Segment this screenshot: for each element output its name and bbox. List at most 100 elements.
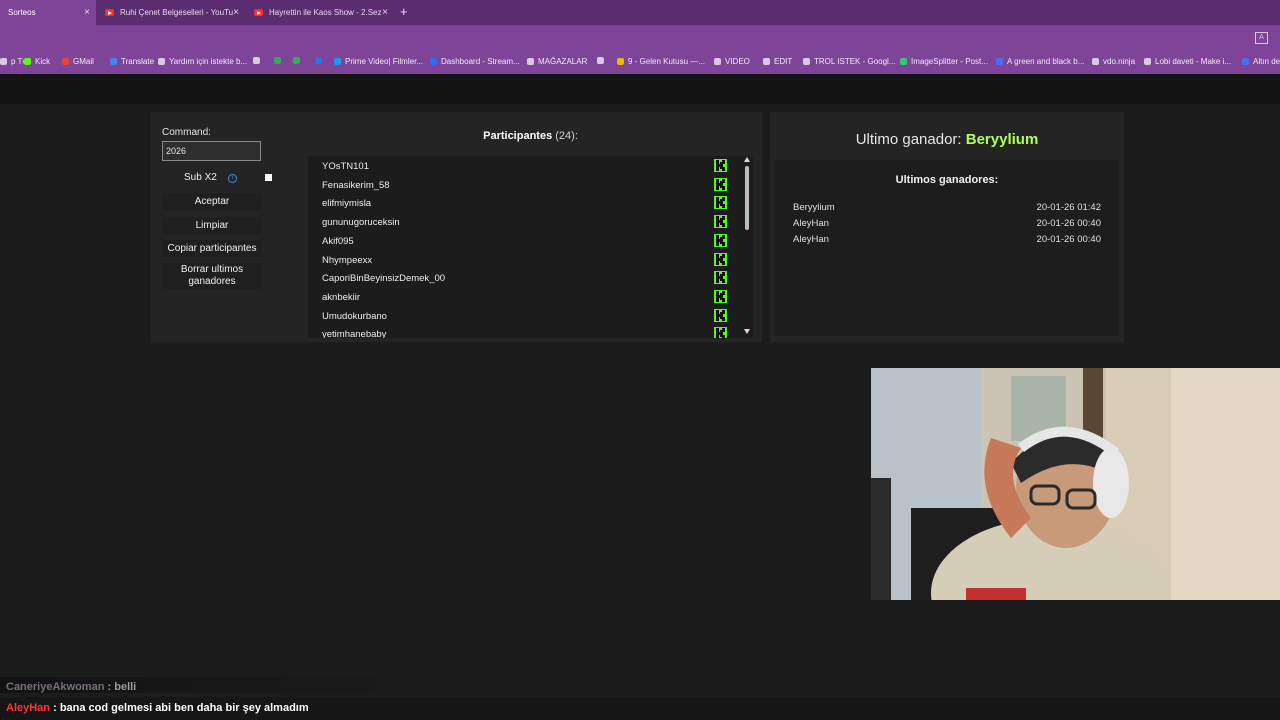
kick-icon <box>714 289 727 303</box>
participant-name: gununugoruceksin <box>322 217 400 229</box>
gmail-icon <box>62 58 69 65</box>
tab-bar: Sorteos × Ruhi Çenet Belgeselleri - YouT… <box>0 0 1280 25</box>
command-input[interactable] <box>162 141 261 161</box>
participant-row: Akif095 <box>322 233 732 252</box>
bookmark-label: A green and black b... <box>1007 57 1085 66</box>
bookmark-label: ImageSplitter - Post... <box>911 57 988 66</box>
bookmark-item[interactable]: EDIT <box>763 57 792 66</box>
bookmark-item[interactable]: ImageSplitter - Post... <box>900 57 988 66</box>
participants-label: Participantes <box>483 130 553 142</box>
address-bar[interactable] <box>0 25 1280 50</box>
tv-icon <box>0 58 7 65</box>
winner-date: 20-01-26 00:40 <box>1036 234 1101 245</box>
recent-winners-box <box>775 160 1119 336</box>
winner-row: AleyHan 20-01-26 00:40 <box>793 234 1101 245</box>
scroll-up-arrow-icon[interactable] <box>744 157 750 162</box>
copy-participants-button[interactable]: Copiar participantes <box>162 240 262 257</box>
bookmark-label: GMail <box>73 57 94 66</box>
bookmark-item[interactable]: Dashboard - Stream... <box>430 57 520 66</box>
bookmark-item[interactable] <box>315 57 326 64</box>
last-winner-name: Beryylium <box>965 131 1039 148</box>
bookmark-item[interactable]: p Tv <box>0 57 26 66</box>
bookmark-label: Translate <box>121 57 155 66</box>
clear-button[interactable]: Limpiar <box>162 217 262 234</box>
bookmark-item[interactable] <box>597 57 608 64</box>
bookmark-item[interactable]: Kick <box>24 57 50 66</box>
kick-icon <box>714 196 727 210</box>
bookmark-item[interactable]: vdo.ninja <box>1092 57 1135 66</box>
bookmark-label: TROL ISTEK - Googl... <box>814 57 896 66</box>
bookmark-label: Dashboard - Stream... <box>441 57 520 66</box>
participant-row: Fenasikerim_58 <box>322 177 732 196</box>
bookmark-label: Yardım için istekte b... <box>169 57 248 66</box>
bookmark-item[interactable]: TROL ISTEK - Googl... <box>803 57 896 66</box>
winner-row: AleyHan 20-01-26 00:40 <box>793 218 1101 229</box>
erase-winners-button[interactable]: Borrar ultimos ganadores <box>162 263 262 289</box>
bookmark-item[interactable]: MAĞAZALAR <box>527 57 587 66</box>
winner-name: AleyHan <box>793 218 829 229</box>
tab-ruhi-cenet[interactable]: Ruhi Çenet Belgeselleri - YouTu × <box>97 0 245 25</box>
bookmark-item[interactable]: Altın de <box>1242 57 1280 66</box>
bookmark-item[interactable] <box>293 57 304 64</box>
close-icon[interactable]: × <box>84 7 90 18</box>
participant-name: yetimhanebaby <box>322 329 387 338</box>
winner-date: 20-01-26 01:42 <box>1036 202 1101 213</box>
facebook-icon <box>315 57 322 64</box>
chat-message: CaneriyeAkwoman : belli <box>6 681 136 693</box>
sub-x2-checkbox[interactable] <box>265 174 272 181</box>
bookmark-item[interactable] <box>253 57 264 64</box>
bookmark-item[interactable]: Prime Video| Filmler... <box>334 57 423 66</box>
participant-name: Fenasikerim_58 <box>322 179 390 191</box>
youtube-icon <box>254 9 263 16</box>
bookmark-label: Kick <box>35 57 51 66</box>
bookmark-item[interactable]: VIDEO <box>714 57 750 66</box>
streamer-image <box>871 368 1280 600</box>
participant-name: Nhympeexx <box>322 254 373 266</box>
chat-separator: : <box>107 681 112 693</box>
kick-icon <box>714 215 727 229</box>
kick-icon <box>714 327 727 338</box>
winner-row: Beryylium 20-01-26 01:42 <box>793 202 1101 213</box>
youtube-icon <box>105 9 114 16</box>
bookmark-label: MAĞAZALAR <box>538 57 588 66</box>
bookmark-label: Prime Video| Filmler... <box>345 57 423 66</box>
kick-icon <box>24 58 31 65</box>
lobby-icon <box>1144 58 1151 65</box>
sub-x2-row: Sub X2 i <box>162 171 277 185</box>
participant-name: elifmiymisla <box>322 198 372 210</box>
close-icon[interactable]: × <box>233 7 239 18</box>
streamelements-icon <box>430 58 437 65</box>
tab-label: Hayrettin ile Kaos Show - 2.Sez <box>269 8 382 17</box>
kick-icon <box>714 233 727 247</box>
accept-button[interactable]: Aceptar <box>162 193 262 210</box>
chat-message: AleyHan : bana cod gelmesi abi ben daha … <box>6 702 309 714</box>
close-icon[interactable]: × <box>382 7 388 18</box>
participants-count: (24): <box>555 130 578 142</box>
translate-icon[interactable]: A <box>1255 32 1268 44</box>
participants-list[interactable]: YOsTN101 Fenasikerim_58 elifmiymisla gununu… <box>308 156 753 338</box>
participant-row: yetimhanebaby <box>322 327 732 338</box>
tab-label: Ruhi Çenet Belgeselleri - YouTu <box>120 8 234 17</box>
scroll-down-arrow-icon[interactable] <box>744 329 750 334</box>
tab-hayrettin[interactable]: Hayrettin ile Kaos Show - 2.Sez × <box>246 0 394 25</box>
mail-icon <box>617 58 624 65</box>
winner-date: 20-01-26 00:40 <box>1036 218 1101 229</box>
participant-row: aknbekiir <box>322 289 732 308</box>
new-tab-button[interactable]: + <box>400 4 408 19</box>
scroll-thumb[interactable] <box>745 166 749 230</box>
participant-name: aknbekiir <box>322 291 361 303</box>
info-icon[interactable]: i <box>228 174 237 183</box>
bookmark-item[interactable]: GMail <box>62 57 94 66</box>
bookmark-item[interactable]: Yardım için istekte b... <box>158 57 247 66</box>
bookmark-item[interactable]: A green and black b... <box>996 57 1084 66</box>
bookmark-item[interactable] <box>274 57 285 64</box>
participant-row: YOsTN101 <box>322 159 732 177</box>
kick-icon <box>714 308 727 322</box>
bookmark-item[interactable]: Translate <box>110 57 154 66</box>
participant-row: CaporiBinBeyinsizDemek_00 <box>322 271 732 289</box>
bookmark-item[interactable]: Lobi daveti - Make i... <box>1144 57 1231 66</box>
bookmark-label: VIDEO <box>725 57 750 66</box>
chat-username: CaneriyeAkwoman <box>6 681 105 693</box>
bookmark-item[interactable]: 9 - Gelen Kutusu —... <box>617 57 705 66</box>
tab-sorteos[interactable]: Sorteos × <box>0 0 96 25</box>
